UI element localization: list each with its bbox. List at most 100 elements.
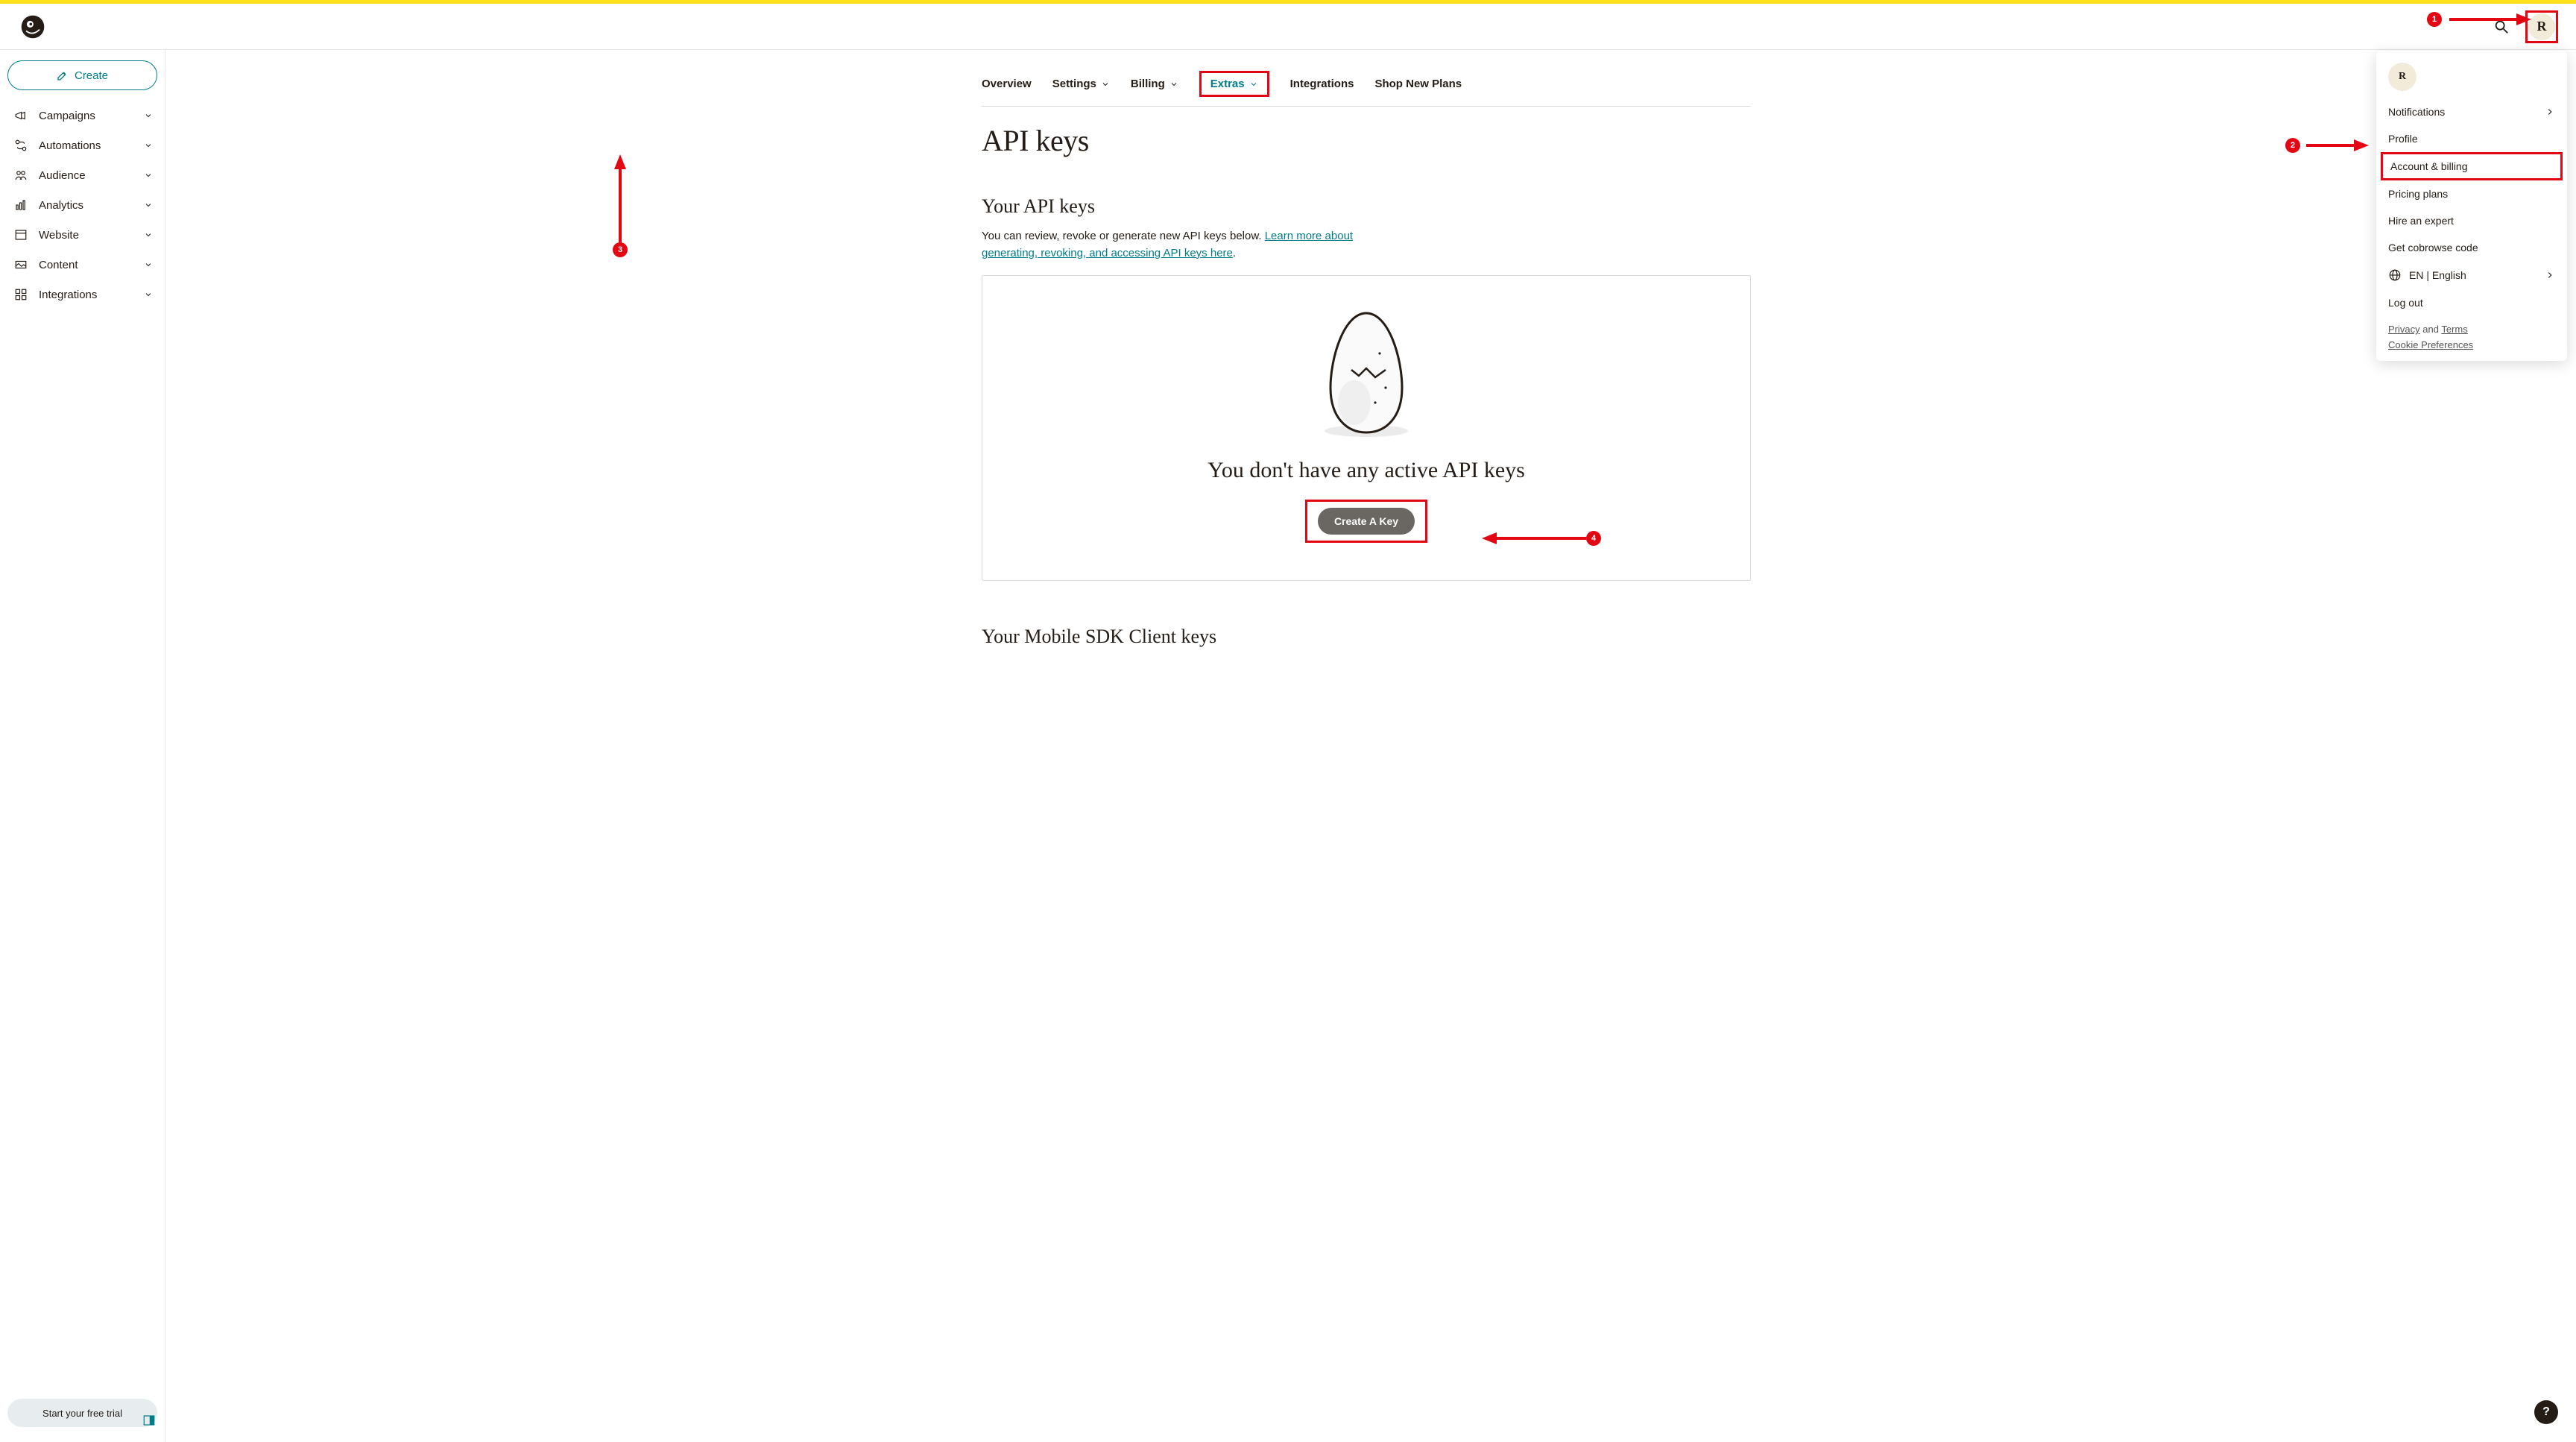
chevron-down-icon bbox=[144, 171, 153, 180]
dd-label: Get cobrowse code bbox=[2388, 242, 2478, 254]
create-key-label: Create A Key bbox=[1334, 515, 1398, 527]
chevron-down-icon bbox=[1249, 80, 1258, 89]
dropdown-notifications[interactable]: Notifications bbox=[2376, 98, 2567, 125]
sidebar-item-analytics[interactable]: Analytics bbox=[7, 190, 157, 220]
chevron-down-icon bbox=[144, 290, 153, 299]
chevron-right-icon bbox=[2545, 107, 2555, 117]
api-keys-description: You can review, revoke or generate new A… bbox=[982, 228, 1399, 262]
egg-illustration bbox=[1314, 306, 1418, 440]
section-mobile-sdk-heading: Your Mobile SDK Client keys bbox=[982, 626, 1751, 648]
sidebar-item-label: Integrations bbox=[39, 289, 97, 301]
account-tabs: Overview Settings Billing Extras Integra… bbox=[982, 71, 1751, 107]
tab-label: Integrations bbox=[1290, 78, 1354, 90]
sidebar-item-label: Automations bbox=[39, 139, 101, 152]
page-title: API keys bbox=[982, 123, 1751, 158]
sidebar-item-label: Audience bbox=[39, 169, 86, 182]
create-key-button[interactable]: Create A Key bbox=[1318, 508, 1415, 535]
tab-integrations[interactable]: Integrations bbox=[1290, 78, 1354, 90]
terms-link[interactable]: Terms bbox=[2441, 324, 2467, 335]
dd-label: EN | English bbox=[2409, 269, 2466, 281]
sidebar: Create Campaigns Automations Audience An… bbox=[0, 50, 165, 1442]
create-button[interactable]: Create bbox=[7, 60, 157, 90]
tab-settings[interactable]: Settings bbox=[1052, 78, 1110, 90]
chevron-right-icon bbox=[2545, 270, 2555, 280]
sidebar-item-label: Analytics bbox=[39, 199, 83, 212]
chevron-down-icon bbox=[144, 230, 153, 239]
dropdown-pricing-plans[interactable]: Pricing plans bbox=[2376, 180, 2567, 207]
tab-shop-plans[interactable]: Shop New Plans bbox=[1374, 78, 1462, 90]
badge-num: 3 bbox=[618, 245, 622, 254]
sidebar-collapse-toggle[interactable] bbox=[142, 1414, 156, 1427]
megaphone-icon bbox=[13, 108, 28, 123]
panel-icon bbox=[142, 1414, 156, 1427]
chevron-down-icon bbox=[1101, 80, 1110, 89]
chevron-down-icon bbox=[144, 201, 153, 210]
annotation-badge-3: 3 bbox=[613, 242, 628, 257]
tab-label: Overview bbox=[982, 78, 1032, 90]
profile-avatar-button[interactable]: R bbox=[2525, 10, 2558, 43]
dropdown-logout[interactable]: Log out bbox=[2376, 289, 2567, 316]
empty-state-box: You don't have any active API keys Creat… bbox=[982, 275, 1751, 581]
header-bar: R bbox=[0, 4, 2576, 50]
footer-text: and bbox=[2420, 324, 2442, 335]
search-button[interactable] bbox=[2491, 16, 2512, 37]
tab-billing[interactable]: Billing bbox=[1131, 78, 1178, 90]
sidebar-item-website[interactable]: Website bbox=[7, 220, 157, 250]
dd-label: Pricing plans bbox=[2388, 188, 2448, 200]
avatar: R bbox=[2528, 13, 2555, 40]
pencil-icon bbox=[57, 69, 69, 81]
dd-label: Hire an expert bbox=[2388, 215, 2454, 227]
cookie-prefs-link[interactable]: Cookie Preferences bbox=[2388, 339, 2473, 350]
automations-icon bbox=[13, 138, 28, 153]
dropdown-profile[interactable]: Profile bbox=[2376, 125, 2567, 152]
audience-icon bbox=[13, 168, 28, 183]
main-content: Overview Settings Billing Extras Integra… bbox=[165, 50, 2576, 1442]
profile-dropdown: R Notifications Profile Account & billin… bbox=[2376, 51, 2567, 361]
website-icon bbox=[13, 227, 28, 242]
chevron-down-icon bbox=[1169, 80, 1178, 89]
tab-label: Settings bbox=[1052, 78, 1096, 90]
dropdown-cobrowse[interactable]: Get cobrowse code bbox=[2376, 234, 2567, 261]
tab-overview[interactable]: Overview bbox=[982, 78, 1032, 90]
avatar-initial: R bbox=[2537, 19, 2547, 34]
sidebar-item-label: Content bbox=[39, 259, 78, 271]
sidebar-item-audience[interactable]: Audience bbox=[7, 160, 157, 190]
sidebar-item-label: Website bbox=[39, 229, 79, 242]
chevron-down-icon bbox=[144, 141, 153, 150]
sidebar-item-automations[interactable]: Automations bbox=[7, 130, 157, 160]
search-icon bbox=[2493, 19, 2510, 35]
sidebar-item-content[interactable]: Content bbox=[7, 250, 157, 280]
dd-label: Account & billing bbox=[2390, 160, 2468, 172]
tab-extras[interactable]: Extras bbox=[1199, 71, 1269, 97]
avatar-initial: R bbox=[2399, 71, 2406, 83]
chevron-down-icon bbox=[144, 260, 153, 269]
analytics-icon bbox=[13, 198, 28, 212]
globe-icon bbox=[2388, 268, 2402, 282]
help-label: ? bbox=[2542, 1405, 2550, 1419]
start-trial-button[interactable]: Start your free trial bbox=[7, 1399, 157, 1427]
desc-text: You can review, revoke or generate new A… bbox=[982, 230, 1265, 242]
tab-label: Shop New Plans bbox=[1374, 78, 1462, 90]
dropdown-account-billing[interactable]: Account & billing bbox=[2381, 152, 2563, 180]
tab-label: Billing bbox=[1131, 78, 1165, 90]
nav-list: Campaigns Automations Audience Analytics… bbox=[7, 101, 157, 309]
section-api-keys-heading: Your API keys bbox=[982, 195, 1751, 218]
dropdown-hire-expert[interactable]: Hire an expert bbox=[2376, 207, 2567, 234]
sidebar-item-integrations[interactable]: Integrations bbox=[7, 280, 157, 309]
dropdown-footer: Privacy and Terms Cookie Preferences bbox=[2376, 316, 2567, 350]
create-key-highlight: Create A Key bbox=[1305, 500, 1427, 543]
annotation-badge-4: 4 bbox=[1586, 531, 1601, 546]
dropdown-language[interactable]: EN | English bbox=[2376, 261, 2567, 289]
annotation-arrow-3 bbox=[611, 154, 629, 251]
help-fab[interactable]: ? bbox=[2534, 1400, 2558, 1424]
dd-label: Profile bbox=[2388, 133, 2418, 145]
sidebar-item-label: Campaigns bbox=[39, 110, 95, 122]
app-logo[interactable] bbox=[18, 12, 48, 42]
chevron-down-icon bbox=[144, 111, 153, 120]
tab-label: Extras bbox=[1210, 78, 1245, 90]
dd-label: Notifications bbox=[2388, 106, 2445, 118]
content-icon bbox=[13, 257, 28, 272]
desc-text: . bbox=[1233, 247, 1236, 259]
sidebar-item-campaigns[interactable]: Campaigns bbox=[7, 101, 157, 130]
privacy-link[interactable]: Privacy bbox=[2388, 324, 2420, 335]
